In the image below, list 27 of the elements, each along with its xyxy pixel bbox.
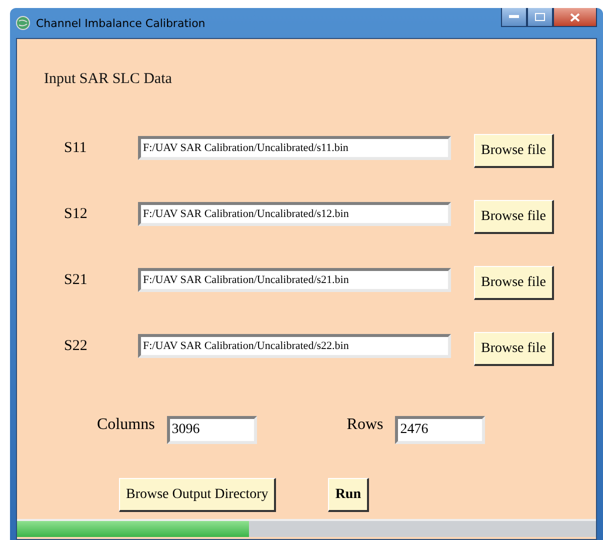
- dimension-label: Columns: [97, 416, 155, 434]
- maximize-icon: [535, 13, 545, 21]
- close-button[interactable]: [553, 8, 597, 27]
- browse-file-button[interactable]: Browse file: [474, 200, 554, 234]
- dimension-field[interactable]: 2476: [395, 416, 486, 444]
- run-button[interactable]: Run: [328, 478, 369, 512]
- globe-icon: [16, 16, 30, 30]
- path-field[interactable]: F:/UAV SAR Calibration/Uncalibrated/s11.bin: [138, 136, 451, 160]
- browse-file-button[interactable]: Browse file: [474, 266, 554, 300]
- channel-label: S12: [64, 206, 88, 222]
- path-field[interactable]: F:/UAV SAR Calibration/Uncalibrated/s12.bin: [138, 202, 451, 226]
- dimension-label: Rows: [346, 416, 384, 434]
- maximize-button[interactable]: [527, 8, 553, 27]
- path-field[interactable]: F:/UAV SAR Calibration/Uncalibrated/s21.bin: [138, 268, 451, 292]
- channel-label: S21: [64, 272, 88, 288]
- dimension-field[interactable]: 3096: [166, 416, 257, 444]
- browse-file-button[interactable]: Browse file: [474, 134, 554, 168]
- minimize-icon: [509, 15, 519, 19]
- close-icon: [570, 12, 580, 22]
- window-title: Channel Imbalance Calibration: [36, 16, 206, 30]
- browse-output-button[interactable]: Browse Output Directory: [119, 478, 276, 512]
- channel-label: S11: [64, 140, 88, 156]
- minimize-button[interactable]: [501, 8, 527, 27]
- path-field[interactable]: F:/UAV SAR Calibration/Uncalibrated/s22.bin: [138, 334, 451, 358]
- section-title: Input SAR SLC Data: [44, 71, 173, 88]
- browse-file-button[interactable]: Browse file: [474, 332, 554, 366]
- channel-label: S22: [64, 338, 88, 354]
